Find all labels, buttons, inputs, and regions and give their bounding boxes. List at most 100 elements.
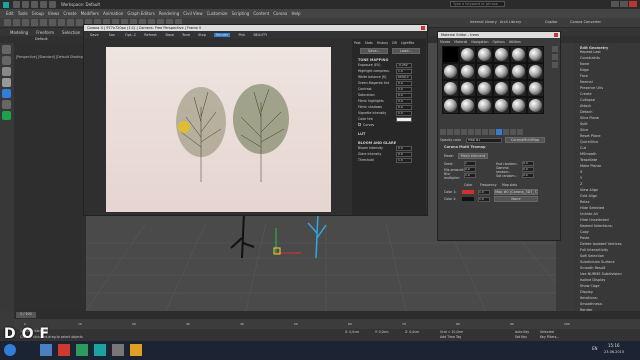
material-slot[interactable]	[527, 46, 544, 63]
color1-frequency[interactable]: 1.0	[478, 189, 490, 195]
menu-group[interactable]: Group	[32, 11, 44, 16]
vfb-base-button[interactable]: Base	[165, 33, 174, 37]
select-icon[interactable]	[49, 19, 56, 26]
vfb-opt-button[interactable]: Opt.-C	[125, 33, 136, 37]
material-slot[interactable]	[493, 46, 510, 63]
keyboard-language[interactable]: EN	[592, 346, 598, 351]
tone-value[interactable]: 0.0	[396, 110, 412, 116]
vfb-render-button[interactable]: Render	[214, 33, 231, 37]
menu-edit[interactable]: Edit	[6, 11, 14, 16]
mat-menu-utilities[interactable]: Utilities	[509, 40, 521, 44]
go-parent-icon[interactable]	[510, 128, 516, 135]
app5-icon[interactable]	[112, 344, 124, 356]
vfb-tab-stats[interactable]: Stats	[365, 41, 373, 45]
unlink-icon[interactable]	[31, 19, 38, 26]
3dsmax-icon[interactable]	[94, 344, 106, 356]
mat-menu-modes[interactable]: Modes	[440, 40, 450, 44]
multi-texmap-header[interactable]: Corona Multi Texmap	[444, 145, 486, 149]
mat-menu-options[interactable]: Options	[493, 40, 505, 44]
put-to-scene-icon[interactable]	[447, 128, 453, 135]
ribbon-tab-freeform[interactable]: Freeform	[36, 30, 54, 35]
menu-graph-editors[interactable]: Graph Editors	[127, 11, 154, 16]
map-type-button[interactable]: CoronaMultiMap	[505, 137, 545, 143]
arch-library-button[interactable]: Arch Library	[500, 20, 525, 24]
undo-icon[interactable]	[40, 1, 47, 8]
curves-checkbox[interactable]	[358, 123, 361, 126]
settings-icon[interactable]	[2, 100, 11, 109]
color2-swatch[interactable]	[462, 197, 474, 201]
copy-material-icon[interactable]	[468, 128, 474, 135]
vfb-sav-button[interactable]: Sav	[109, 33, 115, 37]
explorer-icon[interactable]	[40, 344, 52, 356]
menu-tools[interactable]: Tools	[18, 11, 28, 16]
material-slot[interactable]	[459, 80, 476, 97]
tone-value[interactable]: 0.0	[396, 86, 412, 92]
material-slot[interactable]	[442, 63, 459, 80]
put-library-icon[interactable]	[482, 128, 488, 135]
vfb-tab-history[interactable]: History	[377, 41, 388, 45]
vfb-tab-dr[interactable]: DR	[392, 41, 397, 45]
vfb-close-button[interactable]	[421, 26, 425, 30]
create-icon[interactable]	[2, 45, 11, 54]
tone-value[interactable]: 6500.0	[396, 74, 412, 80]
bloom-value[interactable]: 1.0	[396, 157, 412, 163]
hue-field[interactable]: 0.0	[522, 161, 534, 166]
material-slot[interactable]	[476, 46, 493, 63]
redo-icon[interactable]	[49, 1, 56, 8]
redo-icon[interactable]	[13, 19, 20, 26]
display-icon[interactable]	[2, 67, 11, 76]
green-tool-icon[interactable]	[2, 111, 11, 120]
material-slot[interactable]	[459, 46, 476, 63]
maximize-button[interactable]	[620, 1, 628, 7]
gamma-field[interactable]: 0.0	[522, 167, 534, 172]
material-slot[interactable]	[510, 46, 527, 63]
key-mode-select[interactable]: Selected	[540, 330, 554, 334]
sat-field[interactable]: 0.0	[522, 173, 534, 178]
fe-icon[interactable]	[2, 89, 11, 98]
time-slider-handle[interactable]: 0 / 100	[16, 312, 36, 318]
vfb-tab-post[interactable]: Post	[354, 41, 361, 45]
mode-dropdown[interactable]: Mesh element	[458, 153, 488, 159]
menu-modifiers[interactable]: Modifiers	[81, 11, 99, 16]
color1-swatch[interactable]	[462, 190, 474, 194]
vfb-save-button[interactable]: Save	[90, 33, 99, 37]
assign-material-icon[interactable]	[454, 128, 460, 135]
material-slot[interactable]	[476, 80, 493, 97]
close-button[interactable]	[629, 1, 637, 7]
corona-converter-button[interactable]: Corona Converter	[570, 20, 605, 24]
sample-type-icon[interactable]	[552, 46, 558, 52]
vfb-post-save-button[interactable]: Save...	[360, 47, 388, 54]
vfb-tab-lightmix[interactable]: LightMix	[401, 41, 414, 45]
vfb-post-load-button[interactable]: Load...	[392, 47, 420, 54]
material-slot[interactable]	[459, 63, 476, 80]
bloom-value[interactable]: 0.0	[396, 145, 412, 151]
open-icon[interactable]	[22, 1, 29, 8]
reset-map-icon[interactable]	[461, 128, 467, 135]
tone-value[interactable]: 0.0	[396, 104, 412, 110]
undo-icon[interactable]	[4, 19, 11, 26]
color2-frequency[interactable]: 1.0	[478, 196, 490, 202]
material-slot[interactable]	[442, 80, 459, 97]
menu-help[interactable]: Help	[291, 11, 300, 16]
tone-value[interactable]: 0.0	[396, 80, 412, 86]
coord-z[interactable]: Z: 0,0cm	[405, 330, 419, 334]
mat-editor-close-button[interactable]	[554, 33, 558, 37]
tone-value[interactable]	[396, 116, 412, 122]
tone-value[interactable]: 0.0	[396, 98, 412, 104]
copitor-button[interactable]: Copitor	[545, 20, 565, 24]
menu-corona[interactable]: Corona	[273, 11, 287, 16]
key-filters-button[interactable]: Key Filters...	[540, 335, 559, 339]
seed-field[interactable]: 1	[464, 161, 476, 166]
minimize-button[interactable]	[611, 1, 619, 7]
set-key-button[interactable]: Set Key	[515, 335, 527, 339]
backlight-icon[interactable]	[552, 54, 558, 60]
select-icon[interactable]	[2, 56, 11, 65]
menu-animation[interactable]: Animation	[103, 11, 123, 16]
browser-icon[interactable]	[58, 344, 70, 356]
menu-create[interactable]: Create	[63, 11, 76, 16]
workspace-selector[interactable]: Workspace: Default	[61, 2, 111, 7]
command-panel-title[interactable]: Edit Geometry	[574, 43, 640, 50]
app3-icon[interactable]	[76, 344, 88, 356]
material-slot[interactable]	[510, 63, 527, 80]
material-slot[interactable]	[459, 97, 476, 114]
